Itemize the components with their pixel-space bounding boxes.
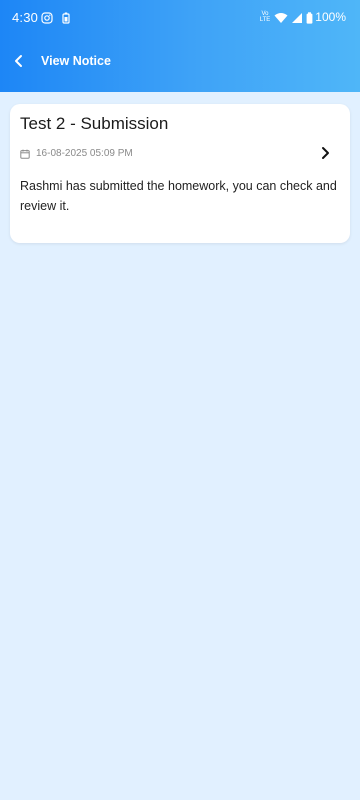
app-header: 4:30 Vo LTE 100% View Notice — [0, 0, 360, 92]
calendar-icon — [20, 149, 30, 159]
signal-icon — [291, 11, 303, 29]
chevron-right-icon[interactable] — [320, 146, 332, 160]
back-arrow-icon[interactable] — [10, 52, 28, 70]
wifi-icon — [274, 11, 288, 29]
notice-datetime: 16-08-2025 05:09 PM — [36, 148, 133, 159]
notice-message: Rashmi has submitted the homework, you c… — [20, 179, 337, 213]
status-bar: 4:30 Vo LTE 100% — [0, 0, 360, 34]
battery-saver-icon — [62, 11, 70, 29]
network-text: Vo LTE — [259, 11, 271, 23]
battery-icon — [306, 11, 313, 29]
battery-percentage: 100% — [315, 10, 346, 24]
page-title: View Notice — [41, 54, 111, 68]
notice-card[interactable]: Test 2 - Submission 16-08-2025 05:09 PM … — [10, 104, 350, 243]
notice-datetime-row: 16-08-2025 05:09 PM — [20, 148, 133, 159]
notice-title: Test 2 - Submission — [20, 114, 169, 133]
volte-icon: Vo LTE — [258, 11, 272, 23]
top-nav: View Notice — [0, 44, 360, 80]
instagram-icon — [41, 11, 53, 29]
status-time: 4:30 — [12, 10, 39, 25]
